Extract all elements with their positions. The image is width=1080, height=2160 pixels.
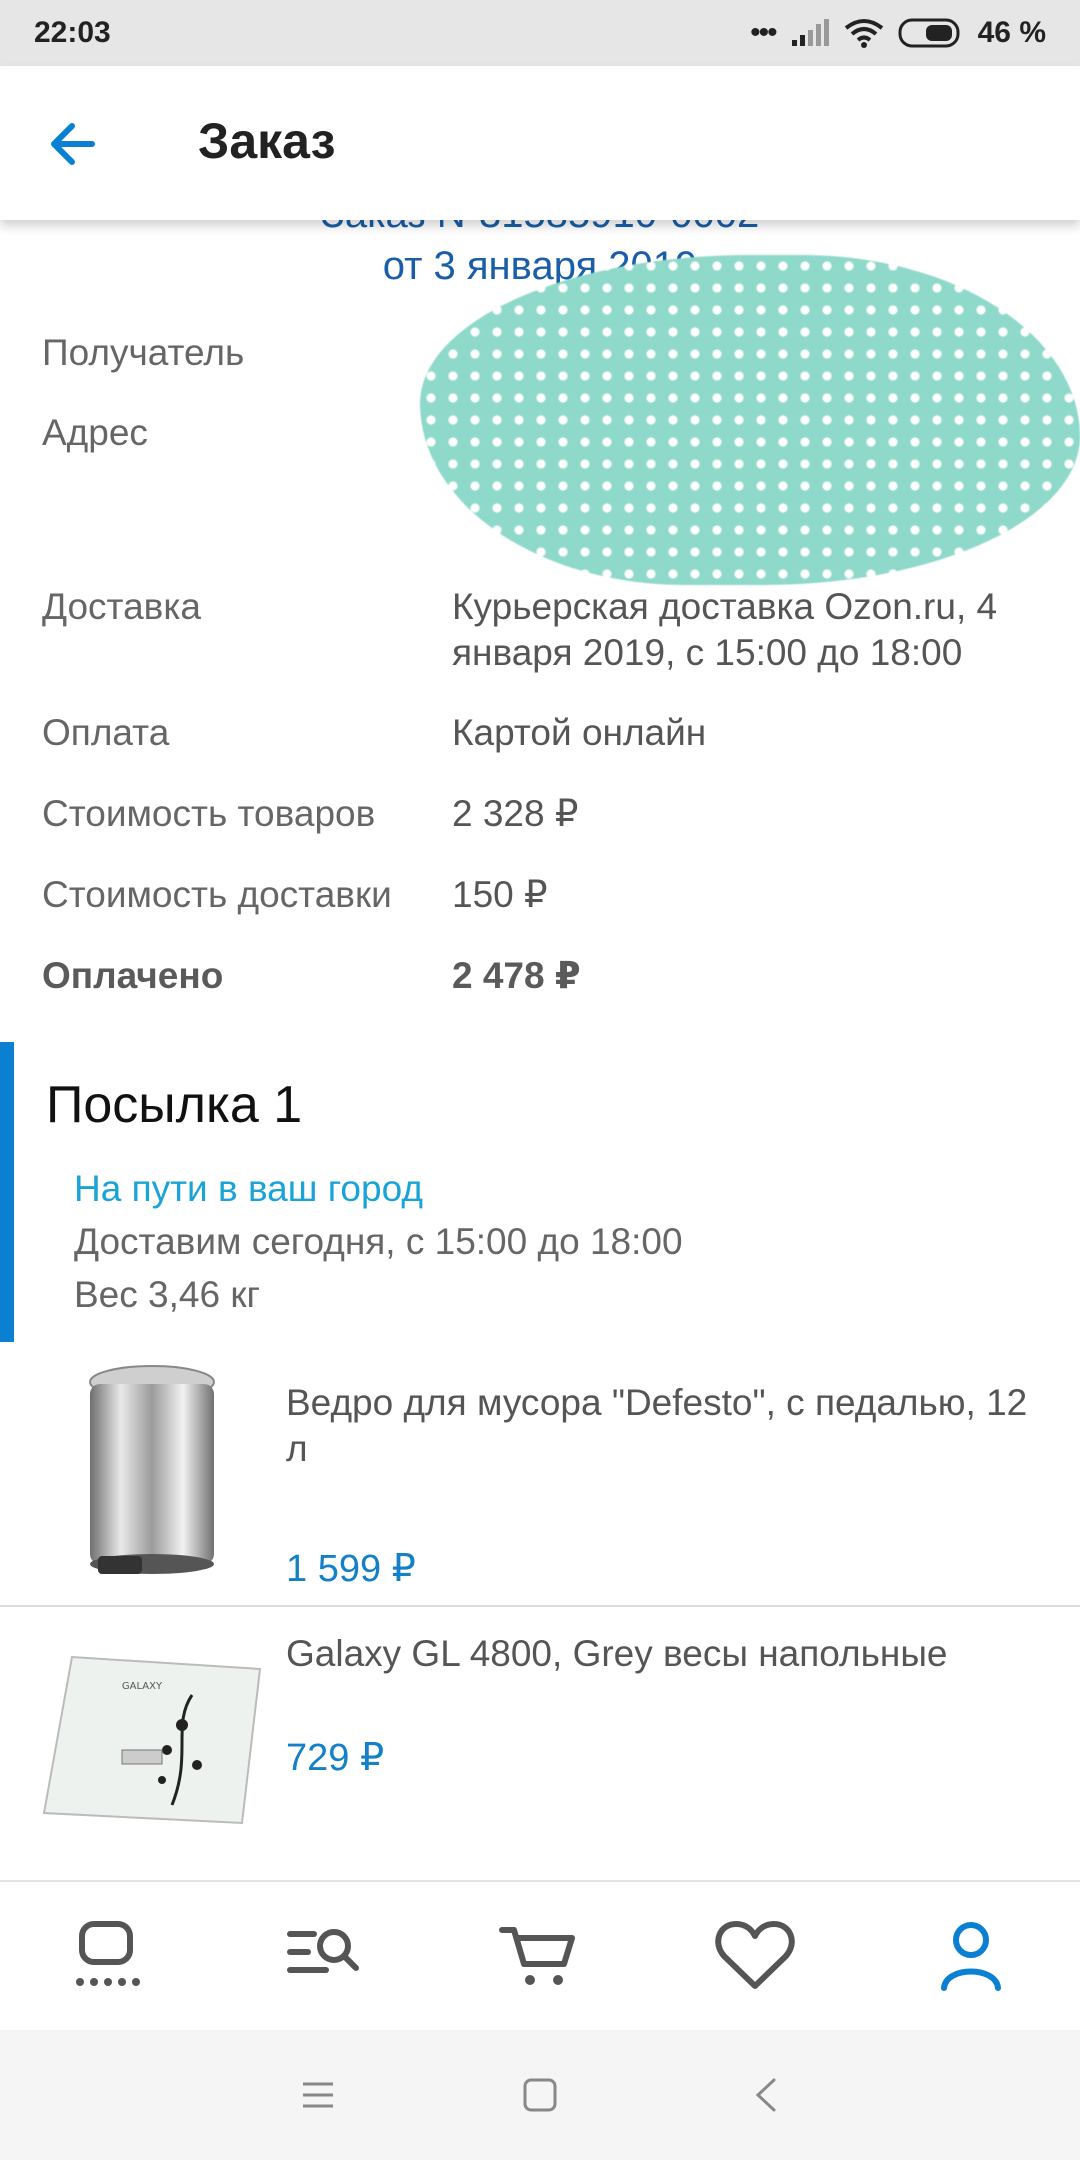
delivery-cost-label: Стоимость доставки [42, 874, 392, 915]
wifi-icon [844, 19, 883, 48]
product-name: Galaxy GL 4800, Grey весы напольные [286, 1633, 948, 1674]
system-navigation [0, 2030, 1080, 2160]
cart-icon[interactable] [494, 1916, 584, 1996]
signal-icon [791, 19, 829, 46]
recipient-label: Получатель [42, 332, 245, 373]
payment-label: Оплата [42, 712, 170, 753]
battery-icon [898, 18, 960, 48]
goods-cost-value: 2 328 ₽ [452, 793, 579, 834]
more-dots-icon: ••• [750, 16, 777, 49]
product-item[interactable]: Ведро для мусора "Defesto", с педалью, 1… [0, 1360, 1080, 1605]
privacy-redaction [420, 255, 1080, 585]
bottom-navigation [0, 1880, 1080, 2032]
paid-value: 2 478 ₽ [452, 955, 581, 996]
scale-brand-text: GALAXY [122, 1681, 163, 1692]
parcel-title: Посылка 1 [46, 1076, 303, 1134]
menu-icon[interactable] [293, 2070, 343, 2120]
parcel-weight: Вес 3,46 кг [74, 1274, 261, 1315]
status-icons: ••• 46 % [750, 16, 1046, 50]
page-title: Заказ [198, 113, 336, 169]
address-label: Адрес [42, 412, 148, 453]
status-bar: 22:03 ••• 46 % [0, 0, 1080, 66]
delivery-cost-value: 150 ₽ [452, 874, 548, 915]
status-time: 22:03 [34, 16, 111, 49]
home-icon[interactable] [62, 1916, 152, 1996]
trash-bin-image [89, 1365, 215, 1574]
product-price: 729 ₽ [286, 1737, 385, 1779]
delivery-label: Доставка [42, 586, 201, 627]
app-bar: Заказ [0, 66, 1080, 220]
product-price: 1 599 ₽ [286, 1548, 416, 1590]
goods-cost-label: Стоимость товаров [42, 793, 376, 834]
product-name: Ведро для мусора "Defesto", с педалью, 1… [286, 1382, 1028, 1469]
product-item[interactable]: GALAXY Galaxy GL 4800, Grey весы напольн… [0, 1607, 1080, 1872]
battery-percent: 46 % [977, 16, 1046, 49]
delivery-value: Курьерская доставка Ozon.ru, 4 января 20… [452, 586, 998, 673]
parcel-delivery-time: Доставим сегодня, с 15:00 до 18:00 [74, 1221, 683, 1262]
parcel-status[interactable]: На пути в ваш город [74, 1168, 423, 1210]
catalog-search-icon[interactable] [278, 1916, 368, 1996]
profile-icon[interactable] [926, 1916, 1016, 1996]
favorites-icon[interactable] [710, 1916, 800, 1996]
parcel-accent-bar [0, 1042, 14, 1342]
back-chevron-icon[interactable] [742, 2070, 792, 2120]
arrow-left-icon[interactable] [44, 114, 104, 174]
payment-value: Картой онлайн [452, 712, 707, 753]
paid-label: Оплачено [42, 955, 224, 996]
floor-scale-image: GALAXY [42, 1655, 262, 1825]
home-square-icon[interactable] [515, 2070, 565, 2120]
